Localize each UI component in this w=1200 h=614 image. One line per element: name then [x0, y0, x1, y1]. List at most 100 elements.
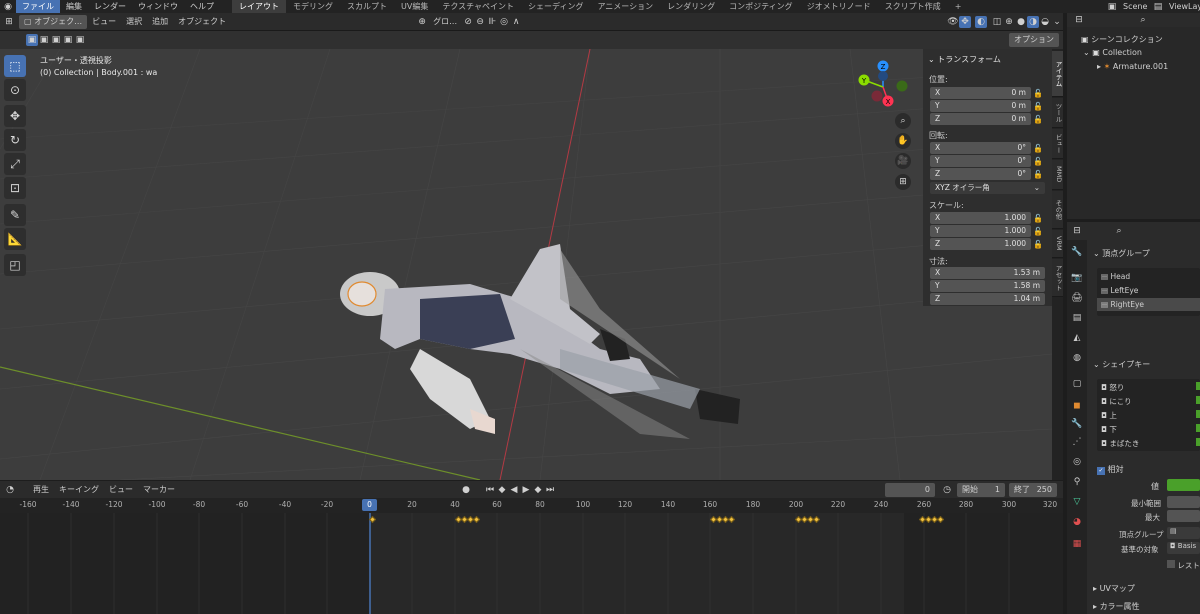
- jump-end-icon[interactable]: ⏭: [544, 484, 556, 496]
- blender-logo-icon[interactable]: ◉: [2, 1, 14, 13]
- falloff-icon[interactable]: ∧: [510, 16, 522, 28]
- list-item[interactable]: ◘ 怒り: [1101, 382, 1124, 393]
- pan-hand-icon[interactable]: ✋: [895, 133, 911, 149]
- camera-view-icon[interactable]: 🎥: [895, 153, 911, 169]
- tab-mmd[interactable]: MMD: [1052, 160, 1063, 190]
- prev-keyframe-icon[interactable]: ◆: [496, 484, 508, 496]
- relative-checkbox[interactable]: ✓ 相対: [1097, 464, 1124, 475]
- select-box-tool[interactable]: ⬚: [4, 55, 26, 77]
- current-frame-field[interactable]: 0: [885, 482, 935, 497]
- list-item-selected[interactable]: ▤ RightEye: [1097, 298, 1200, 311]
- 3d-viewport[interactable]: ⬚ ⊙ ✥ ↻ ⤢ ⊡ ✎ 📐 ◰ ユーザー・透視投影 (0) Collecti…: [0, 49, 1052, 480]
- select-intersect-icon[interactable]: ▣: [74, 34, 86, 46]
- world-tab-icon[interactable]: ◍: [1071, 352, 1083, 364]
- tab-compositing[interactable]: コンポジティング: [722, 0, 800, 13]
- lock-icon[interactable]: 🔓: [1031, 102, 1045, 111]
- max-field[interactable]: [1167, 510, 1200, 522]
- location-z-field[interactable]: Z 0 m: [930, 113, 1031, 125]
- menu-help[interactable]: ヘルプ: [184, 0, 220, 13]
- output-tab-icon[interactable]: 🖨: [1071, 292, 1083, 304]
- tab-asset[interactable]: アセット: [1052, 259, 1063, 297]
- cursor-tool[interactable]: ⊙: [4, 79, 26, 101]
- menu-view[interactable]: ビュー: [87, 15, 121, 29]
- menu-render[interactable]: レンダー: [88, 0, 132, 13]
- options-dropdown[interactable]: オプション: [1009, 33, 1059, 47]
- record-icon[interactable]: ●: [460, 484, 472, 496]
- view-layer-selector[interactable]: ViewLayer: [1164, 0, 1200, 13]
- rotate-tool[interactable]: ↻: [4, 129, 26, 151]
- add-workspace-button[interactable]: +: [948, 0, 969, 13]
- scene-selector[interactable]: Scene: [1118, 0, 1152, 13]
- transform-tool[interactable]: ⊡: [4, 177, 26, 199]
- rotation-mode-dropdown[interactable]: XYZ オイラー角 ⌄: [930, 182, 1045, 194]
- menu-keying[interactable]: キーイング: [54, 483, 104, 497]
- menu-object[interactable]: オブジェクト: [173, 15, 231, 29]
- pivot-icon[interactable]: ⊘: [462, 16, 474, 28]
- scene-collection-row[interactable]: ▣ シーンコレクション: [1081, 34, 1163, 45]
- rotation-x-field[interactable]: X 0°: [930, 142, 1031, 154]
- vgroup-field[interactable]: ▤: [1167, 527, 1200, 539]
- transform-section-header[interactable]: ⌄ トランスフォーム: [928, 54, 1001, 65]
- tab-animation[interactable]: アニメーション: [590, 0, 660, 13]
- tab-modeling[interactable]: モデリング: [286, 0, 340, 13]
- color-attributes-header[interactable]: ▸ カラー属性: [1093, 601, 1200, 612]
- location-y-field[interactable]: Y 0 m: [930, 100, 1031, 112]
- collection-tab-icon[interactable]: ▢: [1071, 378, 1083, 390]
- list-item[interactable]: ◘ にこり: [1101, 396, 1132, 407]
- tab-item[interactable]: アイテム: [1052, 51, 1063, 97]
- scale-y-field[interactable]: Y 1.000: [930, 225, 1031, 237]
- lock-icon[interactable]: 🔓: [1031, 157, 1045, 166]
- solid-shading-icon[interactable]: ●: [1015, 16, 1027, 28]
- list-item[interactable]: ▤ LeftEye: [1101, 286, 1138, 295]
- menu-view[interactable]: ビュー: [104, 483, 138, 497]
- uv-maps-header[interactable]: ▸ UVマップ: [1093, 583, 1200, 594]
- menu-marker[interactable]: マーカー: [138, 483, 180, 497]
- gizmo-toggle-icon[interactable]: ✥: [959, 15, 971, 28]
- transform-orientation-selector[interactable]: グロ…: [428, 15, 462, 29]
- filter-icon[interactable]: ⊟: [1073, 14, 1085, 26]
- snap-target-icon[interactable]: ⊪: [486, 16, 498, 28]
- texture-tab-icon[interactable]: ▦: [1071, 538, 1083, 550]
- render-tab-icon[interactable]: 📷: [1071, 272, 1083, 284]
- view-layer-tab-icon[interactable]: ▤: [1071, 312, 1083, 324]
- data-tab-icon[interactable]: ▽: [1071, 496, 1083, 508]
- lock-icon[interactable]: 🔓: [1031, 144, 1045, 153]
- rotation-z-field[interactable]: Z 0°: [930, 168, 1031, 180]
- shape-keys-header[interactable]: ⌄ シェイプキー: [1093, 359, 1200, 371]
- jump-start-icon[interactable]: ⏮: [484, 484, 496, 496]
- select-extend-icon[interactable]: ▣: [38, 34, 50, 46]
- start-frame-field[interactable]: 開始 1: [957, 482, 1005, 497]
- timeline-area[interactable]: [0, 513, 1063, 614]
- physics-tab-icon[interactable]: ◎: [1071, 456, 1083, 468]
- play-reverse-icon[interactable]: ◀: [508, 484, 520, 496]
- menu-add[interactable]: 追加: [147, 15, 173, 29]
- tab-misc[interactable]: その他: [1052, 191, 1063, 229]
- perspective-toggle-icon[interactable]: ⊞: [895, 174, 911, 190]
- editor-type-icon[interactable]: ⊟: [1071, 225, 1083, 237]
- object-tab-icon[interactable]: ◼: [1071, 400, 1083, 412]
- tab-geometry-nodes[interactable]: ジオメトリノード: [800, 0, 878, 13]
- lock-icon[interactable]: 🔓: [1031, 170, 1045, 179]
- material-shading-icon[interactable]: ◑: [1027, 15, 1039, 28]
- tab-scripting[interactable]: スクリプト作成: [878, 0, 948, 13]
- armature-row[interactable]: ▸ ✶ Armature.001: [1097, 62, 1168, 71]
- value-slider[interactable]: [1167, 479, 1200, 491]
- move-tool[interactable]: ✥: [4, 105, 26, 127]
- rest-checkbox[interactable]: レスト: [1167, 560, 1200, 571]
- menu-playback[interactable]: 再生: [28, 483, 54, 497]
- vertex-groups-header[interactable]: ⌄ 頂点グループ: [1093, 248, 1200, 260]
- menu-window[interactable]: ウィンドウ: [132, 0, 184, 13]
- constraints-tab-icon[interactable]: ⚲: [1071, 476, 1083, 488]
- menu-select[interactable]: 選択: [121, 15, 147, 29]
- location-x-field[interactable]: X 0 m: [930, 87, 1031, 99]
- dim-z-field[interactable]: Z 1.04 m: [930, 293, 1045, 305]
- tab-uv-editing[interactable]: UV編集: [394, 0, 435, 13]
- xray-icon[interactable]: ◫: [991, 16, 1003, 28]
- rendered-shading-icon[interactable]: ◒: [1039, 16, 1051, 28]
- editor-type-icon[interactable]: ⊞: [3, 16, 15, 28]
- tab-shading[interactable]: シェーディング: [521, 0, 590, 13]
- particles-tab-icon[interactable]: ⋰: [1071, 436, 1083, 448]
- wireframe-shading-icon[interactable]: ⊕: [1003, 16, 1015, 28]
- menu-edit[interactable]: 編集: [60, 0, 88, 13]
- list-item[interactable]: ◘ 上: [1101, 410, 1117, 421]
